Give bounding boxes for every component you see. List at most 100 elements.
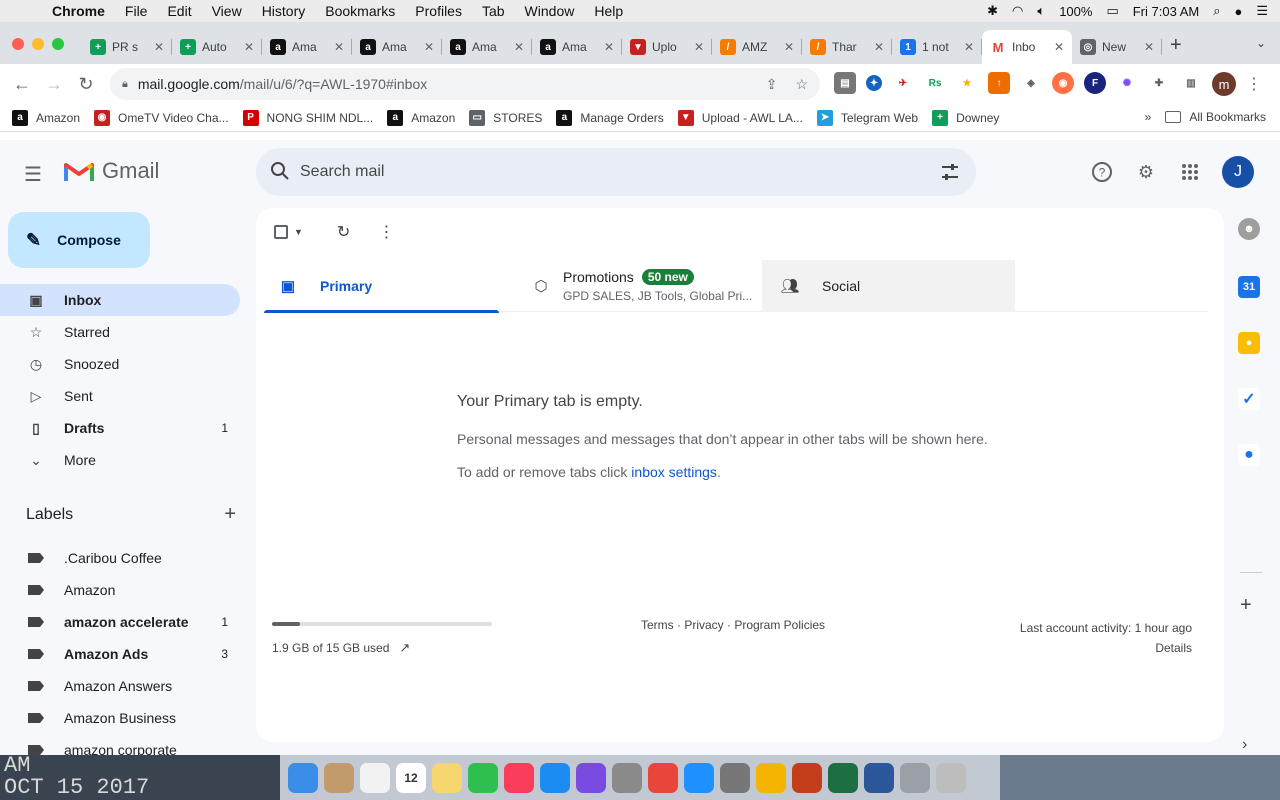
expand-panel-chevron-icon[interactable]: › — [1242, 736, 1247, 754]
close-tab-icon[interactable]: ✕ — [604, 40, 614, 54]
addon-ghost-icon[interactable]: ☻ — [1238, 218, 1260, 240]
tasks-icon[interactable]: ✓ — [1238, 388, 1260, 410]
policy-links[interactable]: Terms · Privacy · Program Policies — [641, 618, 825, 632]
dock-archive-icon[interactable] — [900, 762, 930, 793]
apps-grid-icon[interactable] — [1178, 160, 1202, 184]
chrome-menu-icon[interactable]: ⋮ — [1246, 74, 1262, 94]
spotlight-icon[interactable]: ⌕ — [1213, 3, 1220, 19]
search-options-icon[interactable] — [940, 162, 960, 185]
browser-tab[interactable]: a Ama ✕ — [352, 30, 442, 64]
browser-tab[interactable]: / Thar ✕ — [802, 30, 892, 64]
dock-trash-icon[interactable] — [936, 762, 966, 793]
battery-icon[interactable]: ▭ — [1106, 3, 1118, 19]
external-link-icon[interactable]: ↗ — [399, 640, 410, 656]
browser-tab[interactable]: a Ama ✕ — [532, 30, 622, 64]
close-tab-icon[interactable]: ✕ — [874, 40, 884, 54]
extension-red-icon[interactable]: ✈ — [892, 72, 914, 94]
menu-history[interactable]: History — [262, 3, 306, 19]
back-icon[interactable]: ← — [6, 74, 38, 95]
bookmark-item[interactable]: ▼ Upload - AWL LA... — [677, 109, 803, 126]
label-item[interactable]: Amazon Business — [0, 702, 240, 734]
dock-contacts-icon[interactable] — [324, 762, 354, 793]
battery-percent[interactable]: 100% — [1059, 4, 1092, 19]
select-all-checkbox[interactable]: ▼ — [274, 225, 303, 239]
sidebar-item-sent[interactable]: ▷ Sent — [0, 380, 240, 412]
dock-photos-icon[interactable] — [756, 762, 786, 793]
menu-view[interactable]: View — [212, 3, 242, 19]
dock-app-store-icon[interactable] — [540, 762, 570, 793]
siri-icon[interactable]: ● — [1234, 4, 1242, 19]
label-item[interactable]: amazon accelerate 1 — [0, 606, 240, 638]
account-avatar[interactable]: J — [1222, 156, 1254, 188]
browser-tab[interactable]: a Ama ✕ — [442, 30, 532, 64]
search-input[interactable] — [300, 163, 900, 181]
refresh-icon[interactable]: ↻ — [337, 222, 350, 242]
close-tab-icon[interactable]: ✕ — [784, 40, 794, 54]
browser-tab[interactable]: a Ama ✕ — [262, 30, 352, 64]
browser-tab[interactable]: / AMZ ✕ — [712, 30, 802, 64]
label-item[interactable]: Amazon — [0, 574, 240, 606]
extension-off-badge-icon[interactable]: ↑ — [988, 72, 1010, 94]
new-tab-button[interactable]: + — [1170, 34, 1182, 57]
activity-details-link[interactable]: Details — [1020, 638, 1192, 658]
extension-star-icon[interactable]: ★ — [956, 72, 978, 94]
bookmark-item[interactable]: a Amazon — [387, 109, 455, 126]
bookmark-item[interactable]: a Amazon — [12, 109, 80, 126]
sidebar-item-snoozed[interactable]: ◷ Snoozed — [0, 348, 240, 380]
bookmark-item[interactable]: ➤ Telegram Web — [816, 109, 918, 126]
dock-safari-icon[interactable] — [684, 762, 714, 793]
dock-notes-icon[interactable] — [432, 762, 462, 793]
menu-edit[interactable]: Edit — [167, 3, 191, 19]
browser-tab[interactable]: M Inbo ✕ — [982, 30, 1072, 64]
menu-bookmarks[interactable]: Bookmarks — [325, 3, 395, 19]
browser-tab[interactable]: ◎ New ✕ — [1072, 30, 1162, 64]
help-icon[interactable]: ? — [1090, 160, 1114, 184]
clock[interactable]: Fri 7:03 AM — [1133, 4, 1199, 19]
dock-music-icon[interactable] — [504, 762, 534, 793]
bookmark-item[interactable]: a Manage Orders — [556, 109, 664, 126]
close-tab-icon[interactable]: ✕ — [154, 40, 164, 54]
sidebar-item-drafts[interactable]: ▯ Drafts 1 — [0, 412, 240, 444]
tab-search-icon[interactable]: ⌄ — [1256, 36, 1266, 50]
dock-facetime-icon[interactable] — [468, 762, 498, 793]
browser-tab[interactable]: + PR s ✕ — [82, 30, 172, 64]
bookmark-item[interactable]: P NONG SHIM NDL... — [242, 109, 373, 126]
bookmarks-overflow-icon[interactable]: » — [1145, 110, 1152, 124]
browser-tab[interactable]: ▼ Uplo ✕ — [622, 30, 712, 64]
inbox-settings-link[interactable]: inbox settings — [631, 464, 717, 480]
side-panel-icon[interactable]: ▥ — [1180, 72, 1202, 94]
close-tab-icon[interactable]: ✕ — [1054, 40, 1064, 54]
compose-button[interactable]: ✎ Compose — [8, 212, 150, 268]
label-item[interactable]: Amazon Ads 3 — [0, 638, 240, 670]
main-menu-icon[interactable]: ☰ — [24, 162, 42, 187]
menu-app-name[interactable]: Chrome — [52, 3, 105, 19]
close-window-button[interactable] — [12, 38, 24, 50]
sidebar-item-starred[interactable]: ☆ Starred — [0, 316, 240, 348]
menu-help[interactable]: Help — [594, 3, 623, 19]
sidebar-item-more[interactable]: ⌄ More — [0, 444, 240, 476]
label-item[interactable]: amazon corporate — [0, 734, 240, 755]
zoom-window-button[interactable] — [52, 38, 64, 50]
sidebar-item-inbox[interactable]: ▣ Inbox — [0, 284, 240, 316]
browser-tab[interactable]: 1 1 not ✕ — [892, 30, 982, 64]
extension-rs-icon[interactable]: Rs — [924, 72, 946, 94]
close-tab-icon[interactable]: ✕ — [514, 40, 524, 54]
menu-file[interactable]: File — [125, 3, 148, 19]
dock-excel-icon[interactable] — [828, 762, 858, 793]
reload-icon[interactable]: ↻ — [70, 74, 102, 95]
get-addons-plus-icon[interactable]: + — [1240, 594, 1252, 617]
close-tab-icon[interactable]: ✕ — [694, 40, 704, 54]
extension-firefox-icon[interactable]: ◉ — [1052, 72, 1074, 94]
keep-icon[interactable]: ● — [1238, 332, 1260, 354]
close-tab-icon[interactable]: ✕ — [244, 40, 254, 54]
gmail-logo[interactable]: Gmail — [64, 158, 159, 184]
dock-chrome-icon[interactable] — [648, 762, 678, 793]
address-bar[interactable]: 🔒︎ mail.google.com /mail/u/6/?q=AWL-1970… — [110, 68, 820, 100]
tab-primary[interactable]: ▣ Primary — [264, 260, 499, 313]
bookmark-star-icon[interactable]: ☆ — [795, 76, 808, 93]
extension-cube-icon[interactable]: ◈ — [1020, 72, 1042, 94]
control-center-icon[interactable]: ☰ — [1256, 3, 1268, 19]
label-item[interactable]: .Caribou Coffee — [0, 542, 240, 574]
bluetooth-icon[interactable]: ✱ — [987, 3, 998, 19]
bookmark-item[interactable]: ▭ STORES — [469, 109, 542, 126]
